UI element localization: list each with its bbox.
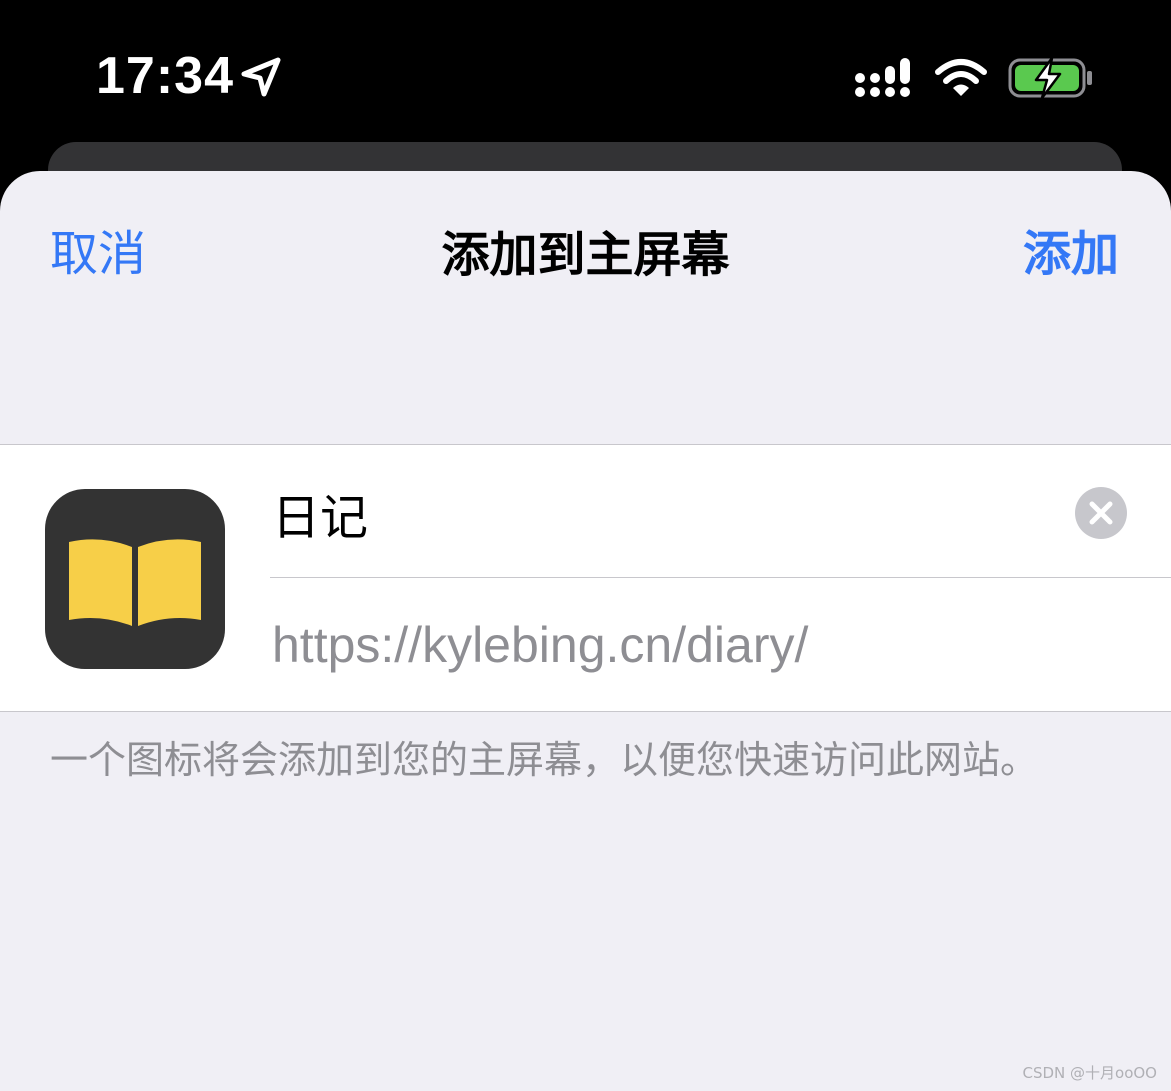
add-to-home-screen-sheet: 取消 添加到主屏幕 添加 https://kylebing.cn/diary/ … xyxy=(0,171,1171,1091)
status-bar: 17:34 xyxy=(0,0,1171,140)
book-icon xyxy=(69,539,201,626)
site-url: https://kylebing.cn/diary/ xyxy=(272,617,809,673)
app-icon xyxy=(45,489,225,669)
watermark: CSDN @十月ooOO xyxy=(1022,1064,1157,1082)
clear-name-button[interactable] xyxy=(1075,487,1127,539)
footer-description: 一个图标将会添加到您的主屏幕，以便您快速访问此网站。 xyxy=(50,738,1039,782)
sheet-title: 添加到主屏幕 xyxy=(441,227,730,283)
status-time: 17:34 xyxy=(96,47,234,105)
battery-charging-icon xyxy=(1008,56,1092,100)
wifi-icon xyxy=(935,59,987,96)
cellular-signal-icon xyxy=(855,58,910,97)
row-divider xyxy=(270,577,1171,578)
location-arrow-icon xyxy=(241,57,281,97)
shortcut-form: https://kylebing.cn/diary/ xyxy=(0,444,1171,712)
add-button[interactable]: 添加 xyxy=(1023,225,1119,285)
shortcut-name-input[interactable] xyxy=(272,475,1052,551)
clear-x-icon xyxy=(1089,501,1113,525)
